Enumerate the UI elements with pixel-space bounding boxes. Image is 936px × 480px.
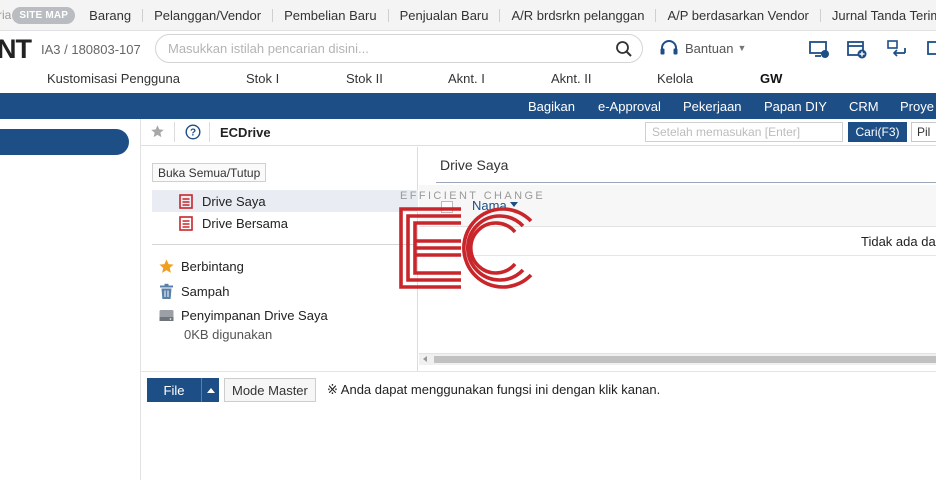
folder-tree-panel: Buka Semua/Tutup Drive Saya Drive Bersam… (141, 147, 418, 371)
title-underline (436, 182, 936, 183)
watermark-text: EFFICIENT CHANGE (400, 190, 546, 202)
quick-link-pelanggan-vendor[interactable]: Pelanggan/Vendor (142, 8, 272, 22)
site-map-button[interactable]: SITE MAP (12, 6, 76, 24)
headset-icon (660, 40, 678, 55)
tab-aknt-i[interactable]: Aknt. I (448, 71, 485, 86)
toolbar-divider (209, 122, 210, 142)
folder-icon (179, 193, 193, 209)
find-button[interactable]: Cari(F3) (848, 122, 907, 142)
global-search-box (155, 34, 643, 63)
page-search-input[interactable] (645, 122, 843, 142)
empty-message: Tidak ada da (861, 234, 936, 249)
storage-label: Penyimpanan Drive Saya (181, 308, 328, 323)
chevron-down-icon: ▼ (737, 43, 747, 53)
help-label: Bantuan (685, 40, 734, 56)
submenu-bar: Bagikan e-Approval Pekerjaan Papan DIY C… (0, 93, 936, 119)
folder-icon (179, 215, 193, 231)
global-search-input[interactable] (168, 41, 598, 56)
trash-link[interactable]: Sampah (158, 283, 229, 300)
storage-link[interactable]: Penyimpanan Drive Saya (158, 307, 328, 324)
action-bar: File Mode Master ※ Anda dapat menggunaka… (141, 371, 936, 409)
scrollbar-thumb[interactable] (434, 356, 936, 363)
master-mode-button[interactable]: Mode Master (224, 378, 316, 402)
tab-kustomisasi-pengguna[interactable]: Kustomisasi Pengguna (47, 71, 180, 86)
context-menu-hint: ※ Anda dapat menggunakan fungsi ini deng… (327, 382, 661, 397)
header: NT IA3 / 180803-107 Bantuan ▼ (0, 31, 936, 67)
submenu-pekerjaan[interactable]: Pekerjaan (683, 99, 742, 114)
quick-link-jurnal-tanda-terima[interactable]: Jurnal Tanda Terim (819, 8, 936, 22)
folder-title: Drive Saya (440, 157, 509, 173)
new-window-icon[interactable] (846, 38, 868, 60)
quick-link-ap-vendor[interactable]: A/P berdasarkan Vendor (655, 8, 819, 22)
help-menu[interactable]: Bantuan ▼ (659, 39, 746, 57)
storage-drive-icon (159, 310, 174, 321)
watermark-logo: EFFICIENT CHANGE (397, 190, 546, 290)
settings-icon[interactable] (926, 38, 936, 60)
tree-node-label: Drive Bersama (202, 215, 288, 231)
starred-link[interactable]: Berbintang (158, 258, 244, 275)
file-button-label: File (163, 382, 185, 398)
tab-stok-ii[interactable]: Stok II (346, 71, 383, 86)
star-icon[interactable] (150, 124, 165, 139)
tab-stok-i[interactable]: Stok I (246, 71, 279, 86)
tab-aknt-ii[interactable]: Aknt. II (551, 71, 591, 86)
transfer-icon[interactable] (886, 38, 908, 60)
scroll-left-arrow-icon[interactable] (423, 356, 427, 362)
tab-gw[interactable]: GW (760, 71, 782, 86)
module-tabs: Kustomisasi Pengguna Stok I Stok II Aknt… (0, 67, 936, 93)
ec-logo-icon (399, 207, 533, 289)
left-menu-active-item[interactable] (0, 129, 129, 155)
quick-link-penjualan-baru[interactable]: Penjualan Baru (387, 8, 500, 22)
expand-collapse-all-button[interactable]: Buka Semua/Tutup (152, 163, 267, 182)
submenu-crm[interactable]: CRM (849, 99, 879, 114)
app-logo[interactable]: NT (0, 34, 33, 65)
company-code: IA3 / 180803-107 (41, 41, 141, 57)
file-menu-button[interactable]: File (147, 378, 219, 402)
tab-kelola[interactable]: Kelola (657, 71, 693, 86)
trash-label: Sampah (181, 284, 230, 299)
tree-node-drive-saya[interactable]: Drive Saya (152, 190, 418, 212)
horizontal-scrollbar[interactable] (419, 353, 936, 365)
options-button[interactable]: Pil (911, 122, 936, 142)
quick-link-barang[interactable]: Barang (87, 9, 142, 22)
tree-node-label: Drive Saya (202, 193, 266, 209)
starred-label: Berbintang (181, 259, 244, 274)
svg-text:?: ? (190, 128, 196, 139)
submenu-papan-diy[interactable]: Papan DIY (764, 99, 827, 114)
quick-link-pembelian-baru[interactable]: Pembelian Baru (272, 8, 388, 22)
quick-menu-bar: ria SITE MAP Barang Pelanggan/Vendor Pem… (0, 0, 936, 31)
page-toolbar: ? ECDrive Cari(F3) Pil (141, 119, 936, 146)
left-menu-panel (0, 119, 141, 480)
storage-usage: 0KB digunakan (184, 327, 273, 342)
star-icon (159, 259, 174, 273)
monitor-icon[interactable] (808, 38, 830, 60)
caret-up-icon[interactable] (202, 387, 219, 393)
toolbar-divider (174, 122, 175, 142)
submenu-proyek[interactable]: Proye (900, 99, 934, 114)
trash-icon (160, 283, 173, 299)
tree-node-drive-bersama[interactable]: Drive Bersama (152, 212, 288, 234)
help-circle-icon[interactable]: ? (185, 124, 201, 140)
page-title: ECDrive (220, 125, 271, 140)
submenu-bagikan[interactable]: Bagikan (528, 99, 575, 114)
tree-divider (152, 244, 418, 245)
quick-link-ar-pelanggan[interactable]: A/R brdsrkn pelanggan (499, 8, 655, 22)
search-icon[interactable] (615, 40, 633, 58)
submenu-e-approval[interactable]: e-Approval (598, 99, 661, 114)
quick-menu-cut-text: ria (0, 8, 12, 22)
